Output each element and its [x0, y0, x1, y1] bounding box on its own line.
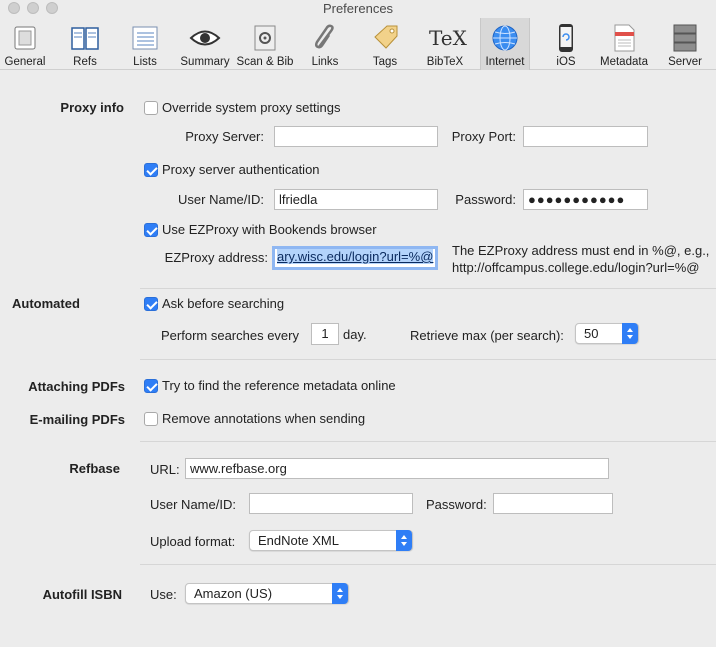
retrieve-max-value: 50: [584, 326, 599, 341]
internet-preferences-pane: Proxy info Override system proxy setting…: [0, 71, 716, 647]
search-interval-field[interactable]: 1: [311, 323, 339, 345]
section-divider: [140, 441, 716, 442]
proxy-auth-checkbox[interactable]: [144, 163, 158, 177]
scan-icon: [254, 25, 276, 51]
proxy-port-label: Proxy Port:: [451, 129, 516, 144]
emailing-pdfs-section-label: E-mailing PDFs: [29, 412, 125, 427]
document-icon: [614, 24, 635, 52]
upload-format-label: Upload format:: [150, 534, 236, 549]
tab-server[interactable]: Server: [660, 18, 710, 70]
proxy-section-label: Proxy info: [60, 100, 124, 115]
retrieve-max-label: Retrieve max (per search):: [410, 328, 564, 343]
refbase-password-label: Password:: [426, 497, 487, 512]
tab-refs[interactable]: Refs: [60, 18, 110, 70]
tab-links[interactable]: Links: [300, 18, 350, 70]
autofill-source-popup[interactable]: Amazon (US): [185, 583, 349, 604]
override-proxy-checkbox[interactable]: [144, 101, 158, 115]
refbase-url-label: URL:: [150, 462, 180, 477]
automated-section-label: Automated: [12, 296, 80, 311]
refbase-username-label: User Name/ID:: [150, 497, 236, 512]
proxy-password-field[interactable]: ●●●●●●●●●●●: [523, 189, 648, 210]
remove-annotations-checkbox[interactable]: [144, 412, 158, 426]
section-divider: [140, 564, 716, 565]
autofill-use-label: Use:: [150, 587, 177, 602]
ask-before-searching-checkbox[interactable]: [144, 297, 158, 311]
tab-bibtex[interactable]: TeX BibTeX: [420, 18, 470, 70]
ask-before-searching-label: Ask before searching: [162, 296, 285, 311]
ezproxy-note-line1: The EZProxy address must end in %@, e.g.…: [452, 243, 710, 258]
tag-icon: [374, 25, 398, 49]
paperclip-icon: [314, 24, 334, 49]
tab-ios[interactable]: iOS: [541, 18, 591, 70]
section-divider: [140, 288, 716, 289]
globe-icon: [492, 25, 518, 51]
refbase-username-field[interactable]: [249, 493, 413, 514]
proxy-username-field[interactable]: lfriedla: [274, 189, 438, 210]
upload-format-value: EndNote XML: [258, 533, 339, 548]
preferences-toolbar: General Refs Lists Summary Scan & Bib Li…: [0, 18, 716, 70]
server-icon: [673, 24, 697, 52]
override-proxy-label: Override system proxy settings: [162, 100, 341, 115]
title-bar: Preferences: [0, 0, 716, 18]
tab-scan-bib[interactable]: Scan & Bib: [234, 18, 296, 70]
ezproxy-note-line2: http://offcampus.college.edu/login?url=%…: [452, 260, 700, 275]
proxy-auth-label: Proxy server authentication: [162, 162, 320, 177]
close-window-button[interactable]: [8, 2, 20, 14]
section-divider: [140, 359, 716, 360]
refbase-url-field[interactable]: www.refbase.org: [185, 458, 609, 479]
refbase-password-field[interactable]: [493, 493, 613, 514]
proxy-username-label: User Name/ID:: [178, 192, 264, 207]
ezproxy-address-label: EZProxy address:: [164, 250, 268, 265]
popup-arrows-icon: [396, 530, 412, 551]
popup-arrows-icon: [622, 323, 638, 344]
autofill-isbn-section-label: Autofill ISBN: [42, 587, 122, 602]
proxy-server-field[interactable]: [274, 126, 438, 147]
window-title: Preferences: [322, 1, 394, 16]
tab-lists[interactable]: Lists: [120, 18, 170, 70]
find-metadata-checkbox[interactable]: [144, 379, 158, 393]
general-icon: [14, 26, 36, 50]
refbase-section-label: Refbase: [69, 461, 120, 476]
attaching-pdfs-section-label: Attaching PDFs: [28, 379, 125, 394]
popup-arrows-icon: [332, 583, 348, 604]
proxy-password-label: Password:: [455, 192, 516, 207]
find-metadata-label: Try to find the reference metadata onlin…: [162, 378, 396, 393]
tab-tags[interactable]: Tags: [360, 18, 410, 70]
ezproxy-checkbox[interactable]: [144, 223, 158, 237]
tab-general[interactable]: General: [0, 18, 50, 70]
tab-internet[interactable]: Internet: [480, 18, 530, 70]
refs-icon: [71, 27, 99, 50]
minimize-window-button[interactable]: [27, 2, 39, 14]
phone-icon: [559, 24, 573, 52]
zoom-window-button[interactable]: [46, 2, 58, 14]
upload-format-popup[interactable]: EndNote XML: [249, 530, 413, 551]
lists-icon: [132, 26, 158, 50]
retrieve-max-popup[interactable]: 50: [575, 323, 639, 344]
ezproxy-address-field[interactable]: ary.wisc.edu/login?url=%@: [272, 246, 438, 270]
eye-icon: [189, 30, 221, 46]
ezproxy-label: Use EZProxy with Bookends browser: [162, 222, 377, 237]
tab-summary[interactable]: Summary: [177, 18, 233, 70]
remove-annotations-label: Remove annotations when sending: [162, 411, 366, 426]
ezproxy-address-selection: ary.wisc.edu/login?url=%@: [277, 249, 434, 264]
proxy-port-field[interactable]: [523, 126, 648, 147]
autofill-source-value: Amazon (US): [194, 586, 273, 601]
tex-icon: TeX: [429, 26, 467, 50]
proxy-server-label: Proxy Server:: [185, 129, 264, 144]
day-label: day.: [343, 327, 367, 342]
perform-searches-label: Perform searches every: [161, 328, 299, 343]
tab-metadata[interactable]: Metadata: [596, 18, 652, 70]
